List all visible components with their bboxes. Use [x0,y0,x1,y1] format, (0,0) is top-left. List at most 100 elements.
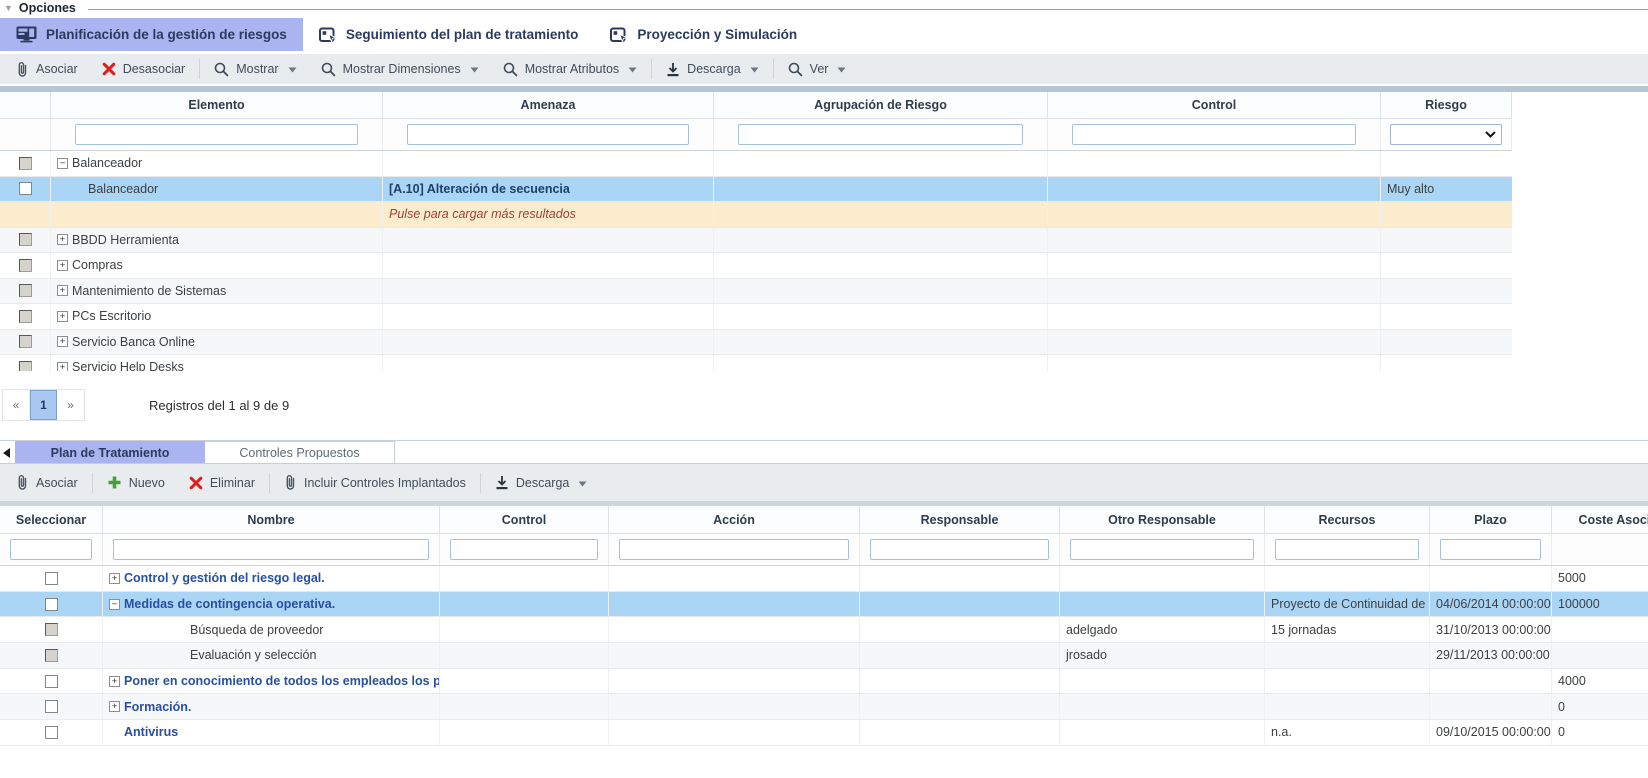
table-row[interactable]: +Formación. 0 [0,694,1648,720]
seleccionar-filter-input[interactable] [10,539,92,560]
tab-planificacion[interactable]: Planificación de la gestión de riesgos [0,18,303,51]
descarga-label: Descarga [516,476,570,490]
monitor-icon [16,26,37,43]
asociar-button[interactable]: Asociar [4,464,90,501]
next-page-button[interactable]: » [57,390,84,420]
row-checkbox[interactable] [19,335,32,348]
table-row[interactable]: +Mantenimiento de Sistemas [0,279,1512,305]
table-row-selected[interactable]: −Medidas de contingencia operativa. Proy… [0,592,1648,618]
mostrar-dimensiones-button[interactable]: Mostrar Dimensiones [309,54,491,84]
eliminar-button[interactable]: Eliminar [177,464,267,501]
table-row[interactable]: +PCs Escritorio [0,304,1512,330]
nuevo-button[interactable]: Nuevo [95,464,177,501]
expand-expander-icon[interactable]: + [57,285,68,296]
expand-expander-icon[interactable]: + [109,573,120,584]
row-checkbox[interactable] [45,598,58,611]
row-checkbox[interactable] [45,572,58,585]
row-checkbox[interactable] [45,623,58,636]
options-section-header: ▼ Opciones [0,0,1648,16]
toolbar-separator [651,59,652,79]
records-summary: Registros del 1 al 9 de 9 [149,398,289,413]
row-checkbox[interactable] [19,310,32,323]
row-checkbox[interactable] [19,284,32,297]
expand-expander-icon[interactable]: + [109,676,120,687]
tab-plan-de-tratamiento[interactable]: Plan de Tratamiento [15,441,205,463]
mostrar-button[interactable]: Mostrar [202,54,308,84]
nombre-filter-input[interactable] [113,539,429,560]
paperclip-icon [16,61,29,78]
accion-filter-input[interactable] [619,539,849,560]
current-page-button[interactable]: 1 [30,390,57,420]
nombre-cell: Medidas de contingencia operativa. [124,597,335,611]
table-row[interactable]: −Balanceador [0,151,1512,177]
load-more-label[interactable]: Pulse para cargar más resultados [383,207,576,221]
desasociar-button[interactable]: Desasociar [90,54,198,84]
table-row[interactable]: +Servicio Banca Online [0,330,1512,356]
elemento-filter-input[interactable] [75,124,358,145]
expand-expander-icon[interactable]: + [57,260,68,271]
load-more-row[interactable]: Pulse para cargar más resultados [0,202,1512,228]
responsable-filter-input[interactable] [870,539,1049,560]
table-row[interactable]: +Compras [0,253,1512,279]
collapse-triangle-icon[interactable]: ▼ [4,4,13,13]
row-checkbox[interactable] [45,675,58,688]
row-checkbox[interactable] [19,259,32,272]
table-row[interactable]: +Servicio Help Desks [0,355,1512,371]
amenaza-filter-input[interactable] [407,124,689,145]
column-header-control: Control [440,506,609,533]
table-row[interactable]: Evaluación y selección jrosado 29/11/201… [0,643,1648,669]
collapse-expander-icon[interactable]: − [109,599,120,610]
prev-page-button[interactable]: « [3,390,30,420]
plazo-filter-input[interactable] [1440,539,1541,560]
download-icon [666,62,680,77]
table-row[interactable]: +Control y gestión del riesgo legal. 500… [0,566,1648,592]
expand-expander-icon[interactable]: + [57,362,68,371]
row-checkbox[interactable] [45,649,58,662]
expand-expander-icon[interactable]: + [109,701,120,712]
row-checkbox[interactable] [19,233,32,246]
column-header-recursos: Recursos [1265,506,1430,533]
collapse-expander-icon[interactable]: − [57,158,68,169]
row-checkbox[interactable] [45,726,58,739]
control-filter-input[interactable] [450,539,598,560]
table-row[interactable]: Búsqueda de proveedor adelgado 15 jornad… [0,617,1648,643]
descarga-button[interactable]: Descarga [654,54,771,84]
row-checkbox[interactable] [45,700,58,713]
control-filter-input[interactable] [1072,124,1356,145]
treatment-tab-bar: Plan de Tratamiento Controles Propuestos [0,441,1648,464]
column-header-seleccionar: Seleccionar [0,506,103,533]
incluir-controles-button[interactable]: Incluir Controles Implantados [272,464,478,501]
column-header-plazo: Plazo [1430,506,1552,533]
mostrar-label: Mostrar [236,62,278,76]
risk-table: Elemento Amenaza Agrupación de Riesgo Co… [0,92,1512,371]
row-checkbox[interactable] [19,361,32,371]
options-divider [88,9,1648,10]
table-row[interactable]: Antivirus n.a. 09/10/2015 00:00:00 0 [0,720,1648,746]
otro-responsable-cell: jrosado [1060,648,1107,662]
row-checkbox[interactable] [19,182,32,195]
ver-button[interactable]: Ver [776,54,859,84]
panel-collapse-arrow-icon[interactable] [3,448,10,458]
row-checkbox[interactable] [19,157,32,170]
column-header-otro-responsable: Otro Responsable [1060,506,1265,533]
tab-controles-propuestos[interactable]: Controles Propuestos [205,441,395,463]
treatment-table: Seleccionar Nombre Control Acción Respon… [0,506,1648,746]
asociar-label: Asociar [36,62,78,76]
expand-expander-icon[interactable]: + [57,234,68,245]
descarga-button[interactable]: Descarga [483,464,600,501]
table-row[interactable]: +Poner en conocimiento de todos los empl… [0,669,1648,695]
asociar-button[interactable]: Asociar [4,54,90,84]
mostrar-atributos-button[interactable]: Mostrar Atributos [491,54,649,84]
tab-seguimiento[interactable]: Seguimiento del plan de tratamiento [303,18,595,51]
recursos-filter-input[interactable] [1275,539,1419,560]
agrupacion-filter-input[interactable] [738,124,1023,145]
otro-responsable-filter-input[interactable] [1070,539,1254,560]
riesgo-filter-select[interactable] [1390,124,1502,145]
table-row-selected[interactable]: Balanceador [A.10] Alteración de secuenc… [0,177,1512,203]
table-row[interactable]: +BBDD Herramienta [0,228,1512,254]
treatment-panel: Plan de Tratamiento Controles Propuestos… [0,440,1648,746]
column-header-elemento: Elemento [51,92,383,118]
expand-expander-icon[interactable]: + [57,336,68,347]
expand-expander-icon[interactable]: + [57,311,68,322]
tab-proyeccion[interactable]: Proyección y Simulación [594,18,813,51]
